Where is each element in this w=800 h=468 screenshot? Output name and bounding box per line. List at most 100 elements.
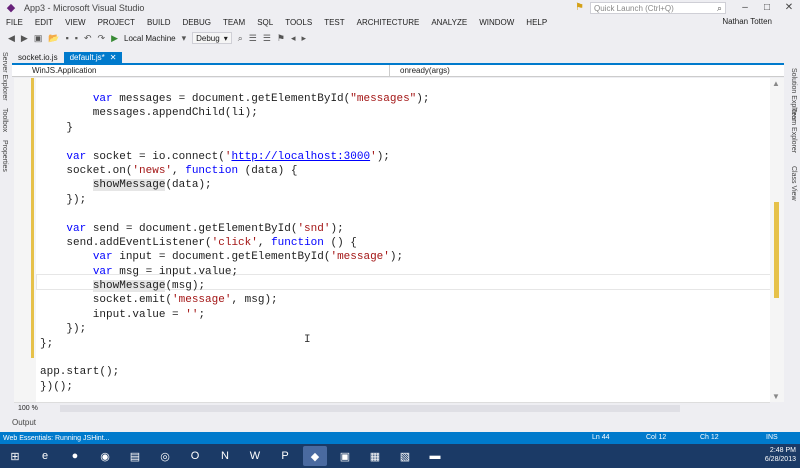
run-target-label[interactable]: Local Machine xyxy=(124,34,176,43)
media-icon[interactable]: ◎ xyxy=(153,446,177,466)
menu-team[interactable]: TEAM xyxy=(217,18,251,27)
code-token: ; xyxy=(198,308,206,321)
back-icon[interactable]: ◀ xyxy=(8,33,15,44)
code-line: }; xyxy=(40,337,429,351)
save-icon[interactable]: ▪ xyxy=(66,33,69,43)
uncomment-icon[interactable]: ☰ xyxy=(263,33,271,44)
command-prompt-icon[interactable]: ▬ xyxy=(423,446,447,466)
scroll-down-icon[interactable]: ▼ xyxy=(772,392,780,401)
scope-value: WinJS.Application xyxy=(32,66,97,75)
redo-icon[interactable]: ↷ xyxy=(98,33,106,44)
code-token: input = document.getElementById( xyxy=(112,251,331,264)
menu-edit[interactable]: EDIT xyxy=(29,18,59,27)
bookmark-icon[interactable]: ⚑ xyxy=(277,33,285,44)
scroll-up-icon[interactable]: ▲ xyxy=(772,79,780,88)
code-text[interactable]: var messages = document.getElementById("… xyxy=(40,92,429,394)
find-icon[interactable]: ⌕ xyxy=(238,33,243,44)
code-token: 'message' xyxy=(172,294,232,307)
chrome-icon[interactable]: ◉ xyxy=(93,446,117,466)
maximize-button[interactable]: □ xyxy=(756,2,778,13)
code-token: messages = document.getElementById( xyxy=(112,93,351,105)
horizontal-scrollbar[interactable] xyxy=(60,404,680,412)
chevron-down-icon[interactable]: ▾ xyxy=(182,33,187,44)
save-all-icon[interactable]: ▪ xyxy=(75,33,78,43)
open-file-icon[interactable]: 📂 xyxy=(48,33,59,44)
code-token: input.value = xyxy=(40,308,186,321)
menu-debug[interactable]: DEBUG xyxy=(177,18,217,27)
comment-icon[interactable]: ☰ xyxy=(249,33,257,44)
firefox-icon[interactable]: ● xyxy=(63,446,87,466)
code-token: }); xyxy=(40,193,87,206)
menu-help[interactable]: HELP xyxy=(520,18,553,27)
visual-studio-icon[interactable]: ◆ xyxy=(303,446,327,466)
search-icon: ⌕ xyxy=(716,2,722,13)
code-token: function xyxy=(271,236,324,249)
start-button-icon[interactable]: ⊞ xyxy=(3,446,27,466)
forward-icon[interactable]: ▶ xyxy=(21,33,28,44)
code-line: socket.emit('message', msg); xyxy=(40,293,429,307)
internet-explorer-icon[interactable]: e xyxy=(33,446,57,466)
system-tray-clock[interactable]: 2:48 PM 6/28/2013 xyxy=(765,446,796,464)
toolbox-tab[interactable]: Toolbox xyxy=(1,108,8,132)
status-message: Web Essentials: Running JSHint... xyxy=(3,434,110,442)
code-line: }); xyxy=(40,193,429,207)
code-token: send.addEventListener( xyxy=(40,236,212,249)
outlook-icon[interactable]: O xyxy=(183,446,207,466)
scope-dropdown[interactable]: WinJS.Application xyxy=(12,65,390,76)
signed-in-user[interactable]: Nathan Totten xyxy=(722,17,772,26)
menu-test[interactable]: TEST xyxy=(318,18,350,27)
menu-tools[interactable]: TOOLS xyxy=(279,18,318,27)
title-bar-controls: ⚑ Quick Launch (Ctrl+Q) ⌕ – □ ✕ xyxy=(575,0,800,15)
vertical-scrollbar[interactable]: ▲ ▼ xyxy=(770,78,784,402)
app-icon[interactable]: ▧ xyxy=(393,446,417,466)
code-token: (data) { xyxy=(238,164,298,177)
configuration-select[interactable]: Debug ▾ xyxy=(192,32,232,44)
onenote-icon[interactable]: N xyxy=(213,446,237,466)
code-token: } xyxy=(40,121,74,134)
server-explorer-tab[interactable]: Server Explorer xyxy=(1,52,8,101)
menu-project[interactable]: PROJECT xyxy=(92,18,141,27)
member-dropdown[interactable]: onready(args) xyxy=(390,65,768,76)
code-line: var msg = input.value; xyxy=(40,265,429,279)
close-button[interactable]: ✕ xyxy=(778,2,800,13)
notification-flag-icon[interactable]: ⚑ xyxy=(575,2,584,13)
code-token: socket.emit( xyxy=(40,294,173,307)
menu-analyze[interactable]: ANALYZE xyxy=(425,18,473,27)
word-icon[interactable]: W xyxy=(243,446,267,466)
team-explorer-tab[interactable]: Team Explorer xyxy=(790,108,797,153)
app-icon[interactable]: ▣ xyxy=(333,446,357,466)
menu-build[interactable]: BUILD xyxy=(141,18,177,27)
prev-bookmark-icon[interactable]: ◂ xyxy=(291,33,296,44)
undo-icon[interactable]: ↶ xyxy=(84,33,92,44)
code-token: http://localhost:3000 xyxy=(231,150,371,163)
right-tool-rail: Solution Explorer Team Explorer Class Vi… xyxy=(784,48,800,413)
text-cursor-icon: I xyxy=(304,334,311,346)
minimize-button[interactable]: – xyxy=(734,2,756,13)
output-tab[interactable]: Output xyxy=(12,418,36,427)
powerpoint-icon[interactable]: P xyxy=(273,446,297,466)
code-editor[interactable]: var messages = document.getElementById("… xyxy=(14,78,770,402)
zoom-level[interactable]: 100 % xyxy=(14,405,54,412)
scroll-change-marker xyxy=(774,202,779,298)
change-tracking-bar xyxy=(31,78,34,358)
next-bookmark-icon[interactable]: ▸ xyxy=(302,33,307,44)
code-token: (msg); xyxy=(165,280,206,293)
code-token: socket = io.connect( xyxy=(86,150,225,163)
quick-launch-input[interactable]: Quick Launch (Ctrl+Q) ⌕ xyxy=(590,1,726,14)
app-icon[interactable]: ▦ xyxy=(363,446,387,466)
new-project-icon[interactable]: ▣ xyxy=(34,33,43,44)
class-view-tab[interactable]: Class View xyxy=(790,166,797,201)
file-explorer-icon[interactable]: ▤ xyxy=(123,446,147,466)
editor-status-strip: 100 % xyxy=(14,402,770,413)
menu-window[interactable]: WINDOW xyxy=(473,18,520,27)
code-token: 'news' xyxy=(132,164,173,177)
code-token: ); xyxy=(330,222,344,235)
menu-sql[interactable]: SQL xyxy=(251,18,279,27)
start-debugging-icon[interactable]: ▶ xyxy=(111,33,118,44)
properties-tab[interactable]: Properties xyxy=(1,140,8,172)
menu-file[interactable]: FILE xyxy=(0,18,29,27)
menu-view[interactable]: VIEW xyxy=(59,18,91,27)
menu-architecture[interactable]: ARCHITECTURE xyxy=(351,18,426,27)
code-token: var xyxy=(66,222,87,235)
